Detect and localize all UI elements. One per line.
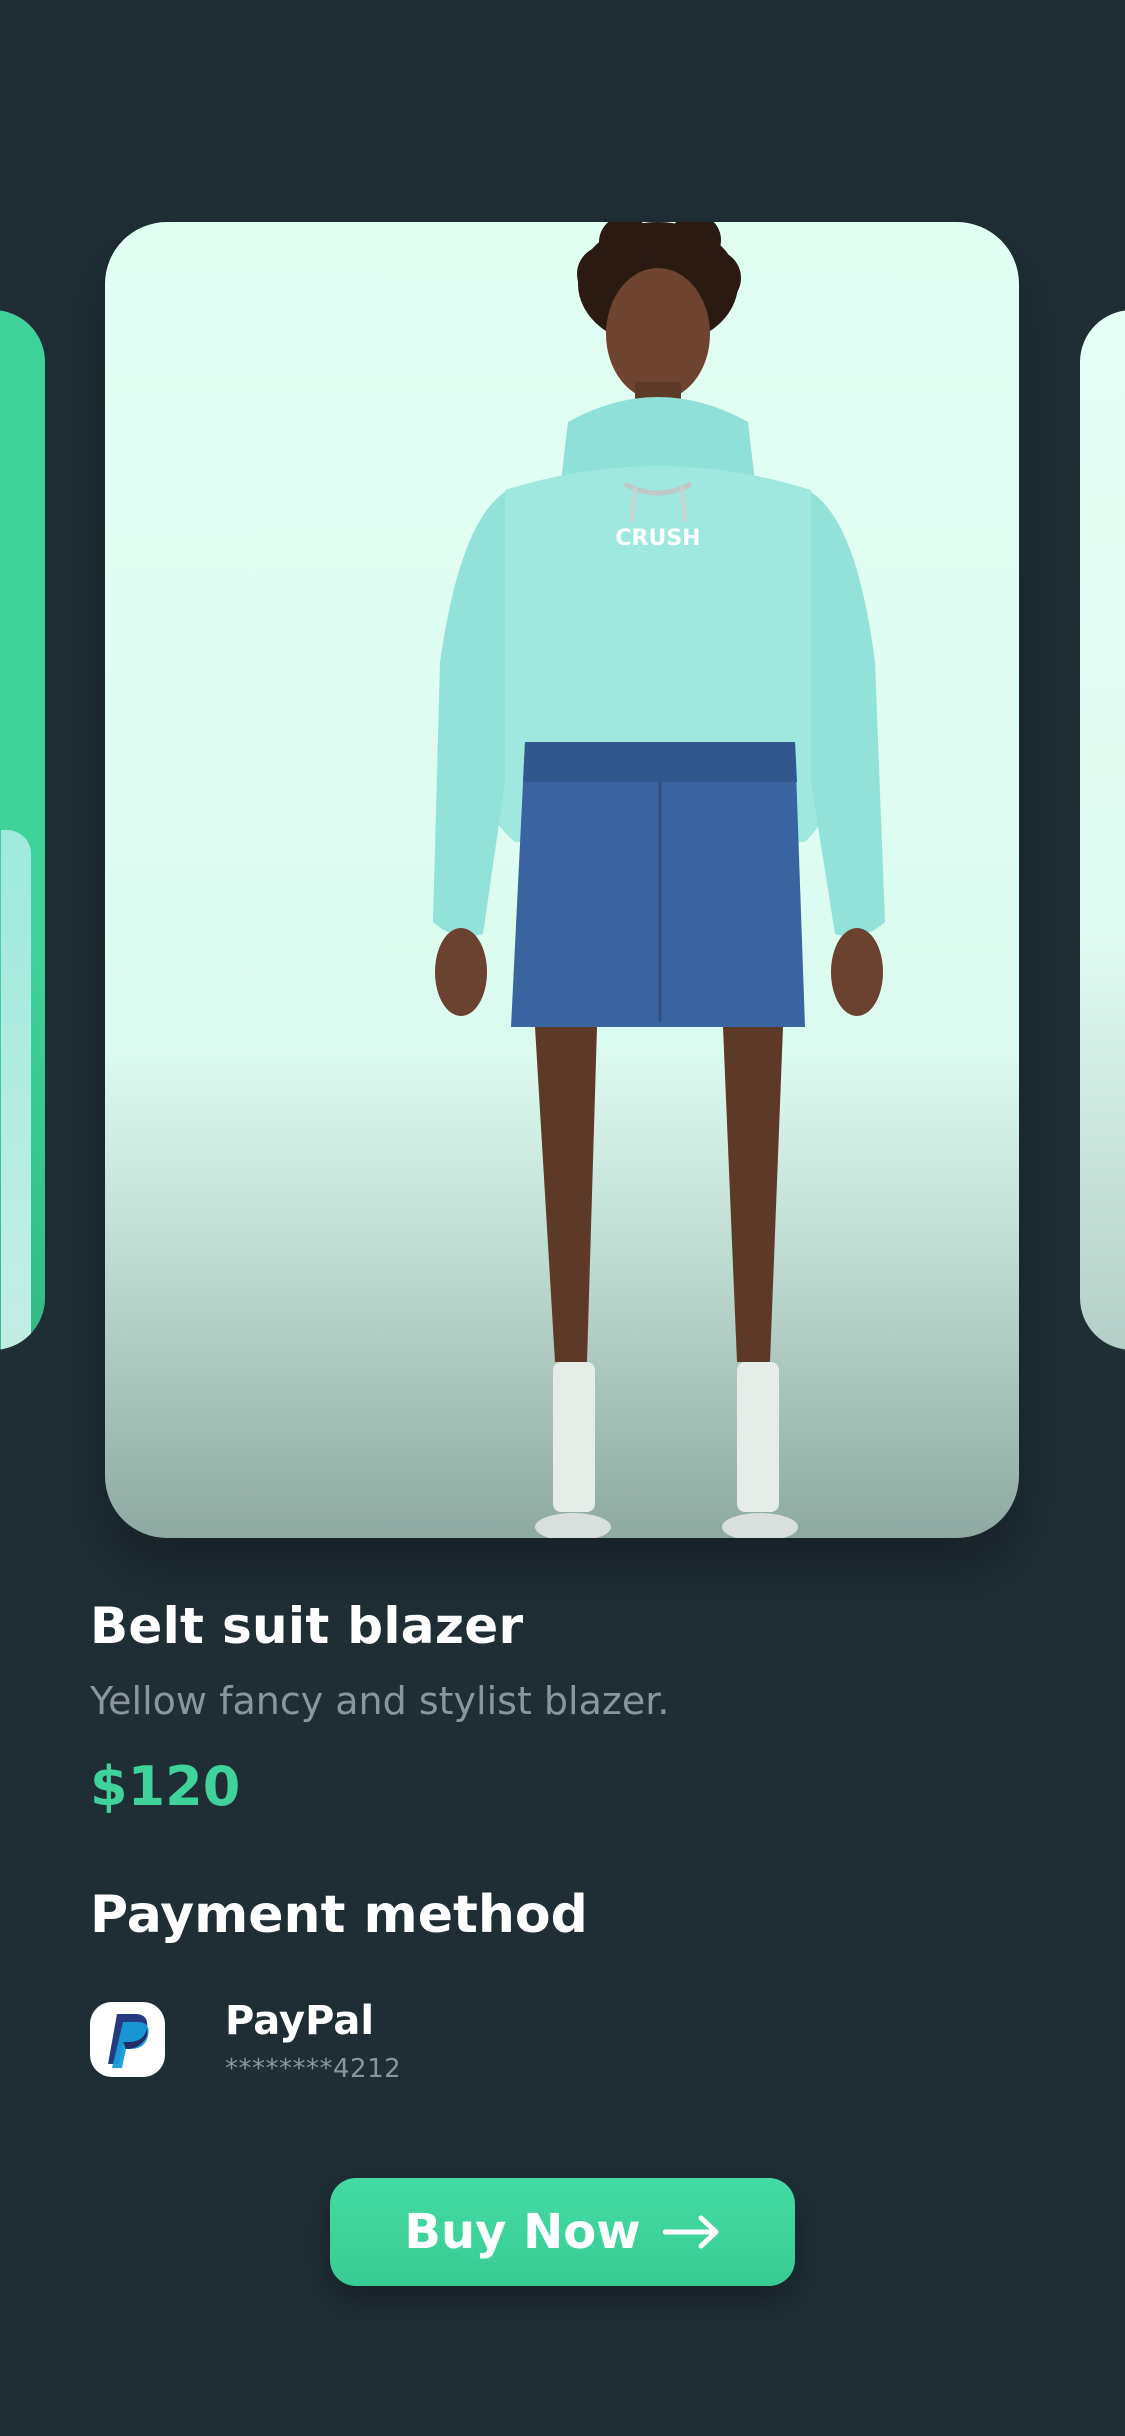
paypal-icon xyxy=(90,2002,165,2077)
previous-product-image xyxy=(1,830,31,1350)
arrow-right-icon xyxy=(662,2215,719,2249)
product-image-card[interactable]: CRUSH xyxy=(105,222,1019,1538)
buy-now-button[interactable]: Buy Now xyxy=(330,2178,795,2286)
hoodie-print-text: CRUSH xyxy=(615,526,700,551)
product-model-image: CRUSH xyxy=(433,222,885,1538)
product-carousel[interactable]: CRUSH xyxy=(0,0,1125,1560)
next-product-card[interactable] xyxy=(1080,310,1125,1350)
previous-product-card[interactable] xyxy=(0,310,45,1350)
buy-now-label: Buy Now xyxy=(404,2204,641,2260)
product-title: Belt suit blazer xyxy=(90,1597,524,1655)
payment-method-name: PayPal xyxy=(225,1998,375,2044)
product-description: Yellow fancy and stylist blazer. xyxy=(90,1679,670,1723)
product-checkout-screen: CRUSH Belt suit blazer Yellow fancy and … xyxy=(0,0,1125,2436)
payment-card-number: ********4212 xyxy=(225,2054,402,2084)
product-price: $120 xyxy=(90,1755,241,1818)
payment-method-option[interactable]: PayPal ********4212 xyxy=(90,1998,690,2084)
payment-method-heading: Payment method xyxy=(90,1885,588,1945)
